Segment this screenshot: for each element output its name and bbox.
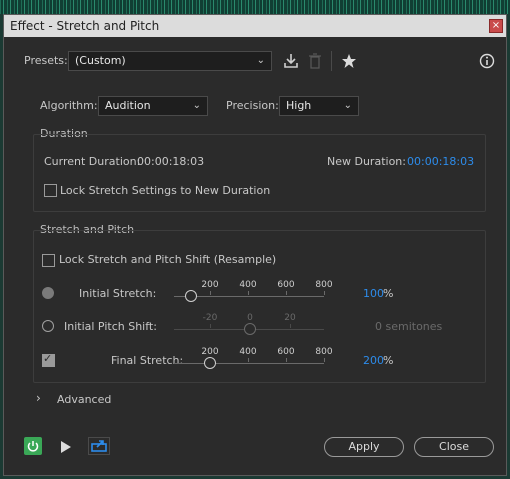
toolbar-divider bbox=[331, 51, 332, 71]
initial-stretch-unit: % bbox=[383, 287, 394, 300]
new-duration-value[interactable]: 00:00:18:03 bbox=[407, 155, 474, 168]
lock-stretch-pitch-label: Lock Stretch and Pitch Shift (Resample) bbox=[59, 253, 277, 266]
apply-button[interactable]: Apply bbox=[324, 437, 404, 457]
info-button[interactable] bbox=[479, 53, 495, 72]
final-stretch-label: Final Stretch: bbox=[111, 354, 184, 367]
final-stretch-unit: % bbox=[383, 354, 394, 367]
initial-pitch-value: 0 semitones bbox=[375, 320, 443, 333]
advanced-expand-icon[interactable]: › bbox=[36, 391, 41, 405]
precision-dropdown[interactable]: High ⌄ bbox=[279, 96, 359, 116]
save-preset-button[interactable] bbox=[283, 53, 299, 72]
info-icon bbox=[479, 53, 495, 69]
close-button[interactable]: Close bbox=[414, 437, 494, 457]
advanced-toggle[interactable]: Advanced bbox=[57, 393, 111, 406]
precision-value: High bbox=[286, 99, 312, 112]
tick-label: 600 bbox=[277, 280, 295, 290]
duration-group bbox=[33, 134, 486, 212]
presets-dropdown[interactable]: (Custom) ⌄ bbox=[68, 51, 272, 71]
slider-thumb[interactable] bbox=[244, 323, 256, 335]
tick-label: 400 bbox=[239, 347, 257, 357]
chevron-down-icon: ⌄ bbox=[256, 55, 265, 66]
tick-label: -20 bbox=[202, 313, 218, 323]
tick-label: 200 bbox=[201, 347, 219, 357]
lock-stretch-settings-checkbox[interactable] bbox=[44, 184, 57, 197]
initial-pitch-slider[interactable]: -20 0 20 bbox=[174, 307, 334, 335]
tick-label: 400 bbox=[239, 280, 257, 290]
current-duration-value: 00:00:18:03 bbox=[137, 155, 205, 168]
star-icon bbox=[342, 54, 356, 68]
power-button[interactable] bbox=[24, 437, 42, 455]
new-duration-label: New Duration: bbox=[327, 155, 406, 168]
play-button[interactable] bbox=[59, 440, 73, 457]
algorithm-value: Audition bbox=[105, 99, 151, 112]
play-icon bbox=[61, 441, 71, 453]
delete-preset-button[interactable] bbox=[307, 53, 323, 72]
algorithm-dropdown[interactable]: Audition ⌄ bbox=[98, 96, 208, 116]
chevron-down-icon: ⌄ bbox=[343, 100, 352, 111]
slider-thumb[interactable] bbox=[204, 357, 216, 369]
lock-stretch-settings-label: Lock Stretch Settings to New Duration bbox=[60, 184, 271, 197]
initial-stretch-label: Initial Stretch: bbox=[79, 287, 157, 300]
export-icon bbox=[91, 440, 107, 452]
close-window-button[interactable]: × bbox=[489, 19, 503, 33]
tick-label: 800 bbox=[315, 280, 333, 290]
tick-label: 800 bbox=[315, 347, 333, 357]
algorithm-label: Algorithm: bbox=[40, 99, 98, 112]
tick-label: 0 bbox=[247, 313, 253, 323]
background-waveform bbox=[0, 0, 510, 14]
final-stretch-slider[interactable]: 200 400 600 800 bbox=[174, 341, 334, 369]
initial-stretch-slider[interactable]: 200 400 600 800 bbox=[174, 274, 334, 302]
title-bar: Effect - Stretch and Pitch × bbox=[4, 15, 506, 37]
initial-stretch-radio[interactable] bbox=[42, 287, 54, 299]
tick-label: 200 bbox=[201, 280, 219, 290]
power-icon bbox=[27, 441, 39, 452]
initial-pitch-label: Initial Pitch Shift: bbox=[64, 320, 157, 333]
download-icon bbox=[284, 54, 298, 68]
initial-stretch-value[interactable]: 100 bbox=[363, 287, 384, 300]
lock-stretch-pitch-checkbox[interactable] bbox=[42, 254, 55, 267]
current-duration-label: Current Duration: bbox=[44, 155, 141, 168]
presets-value: (Custom) bbox=[75, 54, 126, 67]
final-stretch-value[interactable]: 200 bbox=[363, 354, 384, 367]
precision-label: Precision: bbox=[226, 99, 279, 112]
slider-thumb[interactable] bbox=[185, 290, 197, 302]
window-title: Effect - Stretch and Pitch bbox=[10, 19, 160, 33]
tick-label: 20 bbox=[284, 313, 296, 323]
initial-pitch-radio[interactable] bbox=[42, 320, 54, 332]
tick-label: 600 bbox=[277, 347, 295, 357]
effect-dialog: Effect - Stretch and Pitch × Presets: (C… bbox=[3, 14, 507, 476]
chevron-down-icon: ⌄ bbox=[192, 100, 201, 111]
final-stretch-checkbox[interactable] bbox=[42, 352, 55, 367]
presets-label: Presets: bbox=[24, 54, 68, 67]
favorite-button[interactable] bbox=[341, 53, 357, 72]
trash-icon bbox=[309, 53, 321, 69]
export-button[interactable] bbox=[88, 437, 110, 455]
